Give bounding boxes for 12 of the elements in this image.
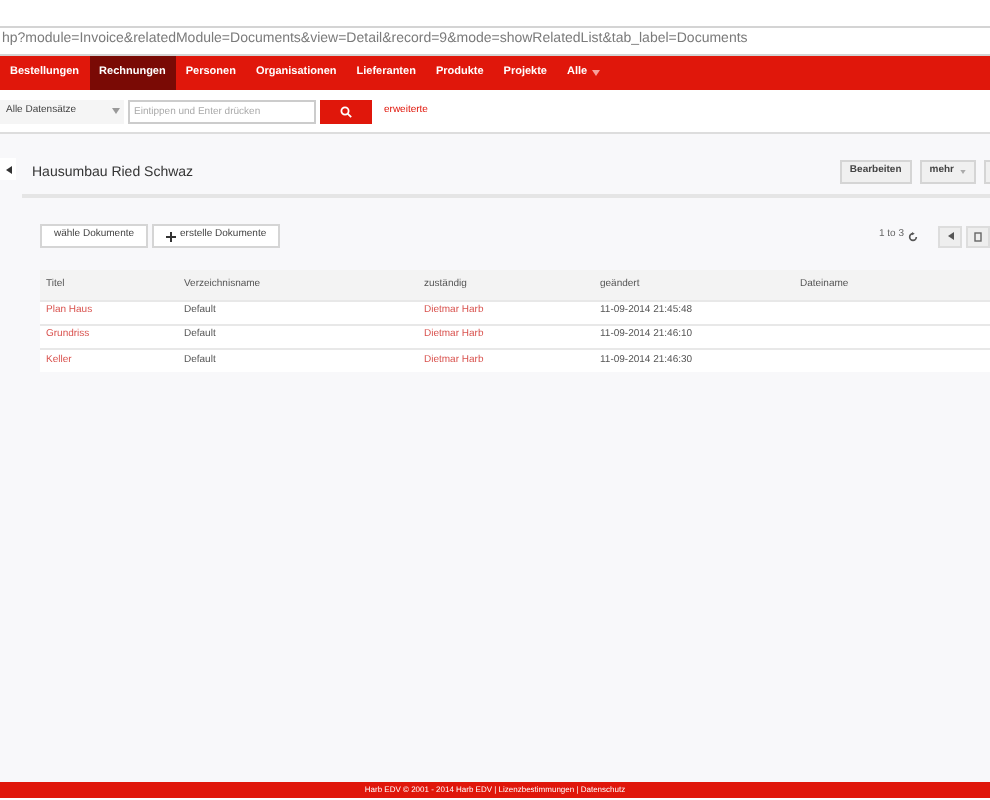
page-icon (974, 231, 982, 241)
collapse-button[interactable] (0, 158, 16, 180)
caret-icon (112, 108, 120, 114)
caret-icon (960, 170, 966, 174)
plus-icon (166, 231, 177, 241)
page-jump-button[interactable] (966, 225, 990, 247)
chevron-left-icon (947, 232, 953, 240)
search-icon (340, 105, 352, 117)
previous-page-button[interactable] (938, 225, 962, 247)
chevron-left-icon (5, 165, 11, 173)
refresh-icon[interactable] (908, 231, 918, 241)
search-button[interactable] (320, 99, 372, 123)
